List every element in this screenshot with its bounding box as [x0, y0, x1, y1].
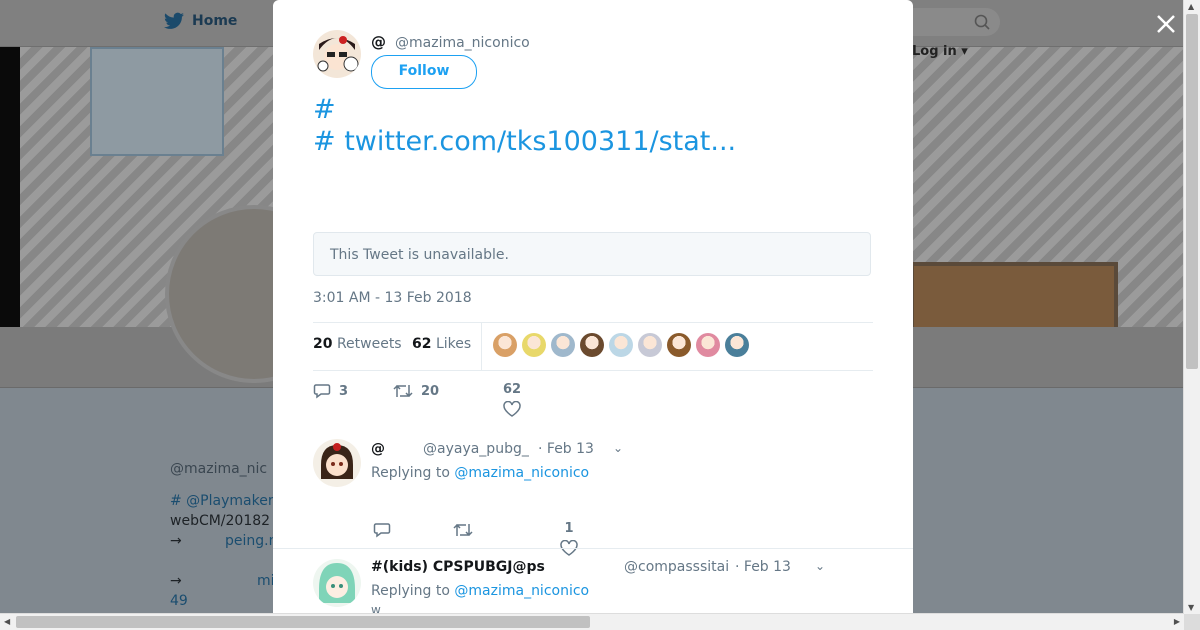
tweet-stats: 20 Retweets 62 Likes — [313, 322, 873, 371]
tweet-timestamp: 3:01 AM - 13 Feb 2018 — [313, 290, 472, 306]
reply-author-name[interactable]: #(kids) CPSPUBGJ@ps — [371, 559, 545, 575]
reply-count: 3 — [339, 383, 349, 399]
reply-avatar-image — [313, 559, 361, 607]
likes-count: 62 — [412, 336, 432, 352]
reply-author-handle[interactable]: @compasssitai — [624, 559, 729, 575]
author-avatar-image — [313, 30, 361, 78]
reply-avatar-image — [313, 439, 361, 487]
liker-avatar[interactable] — [725, 333, 749, 357]
replying-to-link[interactable]: @mazima_niconico — [454, 583, 589, 599]
replying-prefix: Replying to — [371, 583, 450, 599]
close-modal-button[interactable] — [1152, 10, 1180, 38]
nav-home[interactable]: Home — [164, 12, 237, 30]
reply-action[interactable] — [373, 521, 391, 539]
banner-edge — [0, 47, 20, 327]
horizontal-scrollbar[interactable]: ◀ ▶ — [0, 613, 1184, 630]
author-name[interactable]: @ — [371, 33, 386, 51]
replying-prefix: Replying to — [371, 465, 450, 481]
liker-avatars — [493, 333, 749, 357]
tweet-modal: @ @mazima_niconico Follow # # twitter.co… — [273, 0, 913, 614]
profile-bio-link[interactable]: peing.n — [225, 533, 277, 549]
replying-to: Replying to @mazima_niconico — [371, 465, 589, 481]
reply-avatar[interactable] — [313, 439, 361, 487]
liker-avatar[interactable] — [638, 333, 662, 357]
reply-author-handle[interactable]: @ayaya_pubg_ — [423, 441, 529, 457]
horizontal-scroll-thumb[interactable] — [16, 616, 590, 628]
scroll-down-arrow-icon[interactable]: ▼ — [1188, 603, 1194, 612]
close-icon — [1157, 15, 1175, 33]
login-label: Log in — [912, 44, 957, 59]
replying-to: Replying to @mazima_niconico — [371, 583, 589, 599]
retweets-stat[interactable]: 20 Retweets — [313, 336, 402, 352]
banner-button-image — [910, 262, 1118, 335]
tweet-hashtag-link[interactable]: # — [313, 94, 336, 125]
vertical-scrollbar[interactable]: ▲ ▼ — [1183, 0, 1200, 614]
retweets-count: 20 — [313, 336, 333, 352]
liker-avatar[interactable] — [667, 333, 691, 357]
author-handle[interactable]: @mazima_niconico — [395, 35, 530, 51]
reply-divider — [273, 548, 913, 549]
scroll-up-arrow-icon[interactable]: ▲ — [1188, 2, 1194, 11]
tweet-url-link[interactable]: twitter.com/tks100311/stat... — [344, 126, 736, 157]
search-input[interactable] — [900, 8, 1000, 36]
like-action[interactable]: 62 — [503, 382, 521, 417]
liker-avatar[interactable] — [609, 333, 633, 357]
like-count: 62 — [503, 382, 522, 397]
replying-to-link[interactable]: @mazima_niconico — [454, 465, 589, 481]
reply-tweet[interactable]: @ @ayaya_pubg_ · Feb 13 ⌄ Replying to @m… — [313, 437, 873, 556]
likes-label: Likes — [435, 336, 472, 352]
tweet-text: # # twitter.com/tks100311/stat... — [313, 94, 913, 157]
liker-avatar[interactable] — [580, 333, 604, 357]
heart-icon — [503, 401, 521, 417]
login-link[interactable]: Log in ▾ — [912, 44, 968, 59]
like-count: 1 — [564, 521, 574, 536]
scroll-left-arrow-icon[interactable]: ◀ — [4, 617, 10, 626]
chevron-down-icon[interactable]: ⌄ — [613, 441, 623, 455]
like-action[interactable]: 1 — [560, 521, 578, 556]
liker-avatar[interactable] — [696, 333, 720, 357]
scroll-right-arrow-icon[interactable]: ▶ — [1174, 617, 1180, 626]
nav-home-label: Home — [192, 13, 238, 29]
reply-icon — [313, 384, 331, 399]
search-icon — [974, 14, 990, 30]
tweet-line-3: # — [313, 94, 913, 126]
twitter-bird-icon — [164, 12, 184, 29]
profile-bio-hashtag[interactable]: # @Playmaker — [170, 493, 274, 509]
vertical-scroll-thumb[interactable] — [1186, 14, 1198, 369]
reply-date[interactable]: · Feb 13 — [538, 441, 594, 457]
likes-stat[interactable]: 62 Likes — [412, 336, 471, 352]
author-avatar[interactable] — [313, 30, 361, 78]
tweet-line-4: # twitter.com/tks100311/stat... — [313, 126, 913, 158]
reply-avatar[interactable] — [313, 559, 361, 607]
reply-tweet[interactable]: #(kids) CPSPUBGJ@ps @compasssitai · Feb … — [313, 557, 873, 614]
retweets-label: Retweets — [336, 336, 402, 352]
retweet-icon — [453, 523, 473, 537]
profile-bio-count: 49 — [170, 593, 188, 609]
retweet-action[interactable] — [453, 521, 473, 539]
chevron-down-icon[interactable]: ⌄ — [815, 559, 825, 573]
liker-avatar[interactable] — [522, 333, 546, 357]
liker-avatar[interactable] — [551, 333, 575, 357]
tweet-hashtag-link[interactable]: # — [313, 126, 336, 157]
profile-bio-arrow: → — [170, 533, 182, 549]
reply-author-name[interactable]: @ — [371, 441, 385, 457]
reply-action[interactable]: 3 — [313, 382, 348, 400]
retweet-action[interactable]: 20 — [393, 382, 439, 400]
profile-bio-arrow: → — [170, 573, 182, 589]
retweet-count: 20 — [421, 383, 440, 399]
banner-logo-image — [90, 47, 224, 156]
scrollbar-corner — [1184, 614, 1200, 630]
profile-bio-link[interactable]: mi — [257, 573, 275, 589]
follow-button[interactable]: Follow — [371, 55, 477, 89]
reply-icon — [373, 523, 391, 538]
quoted-tweet-unavailable: This Tweet is unavailable. — [313, 232, 871, 276]
stats-divider — [481, 323, 482, 370]
liker-avatar[interactable] — [493, 333, 517, 357]
profile-bio-line: webCM/20182 — [170, 513, 271, 529]
reply-date[interactable]: · Feb 13 — [735, 559, 791, 575]
profile-handle: @mazima_nic — [170, 461, 268, 477]
retweet-icon — [393, 384, 413, 398]
tweet-actions: 3 20 62 — [313, 380, 873, 425]
